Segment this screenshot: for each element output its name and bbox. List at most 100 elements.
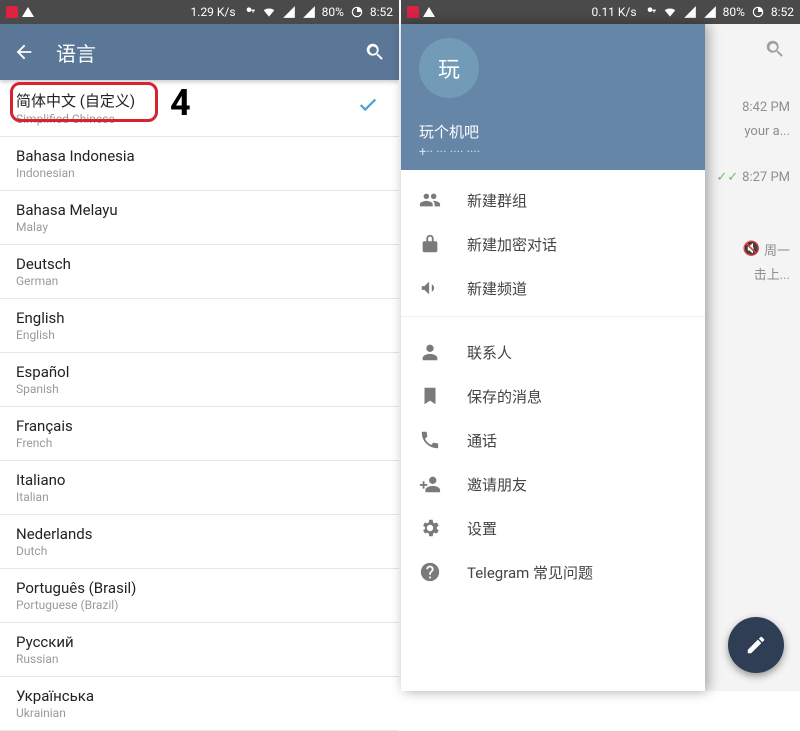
drawer-item-label: 邀请朋友: [467, 474, 527, 495]
language-english: Indonesian: [16, 166, 383, 180]
language-english: Spanish: [16, 382, 383, 396]
annotation-number: 4: [170, 82, 191, 124]
language-option[interactable]: EspañolSpanish: [0, 353, 399, 407]
phone-icon: [419, 429, 441, 451]
chat-snippet: 击上...: [754, 264, 790, 283]
language-native: English: [16, 309, 383, 327]
group-icon: [419, 189, 441, 211]
signal-icon: [703, 5, 717, 19]
settings-icon: [419, 517, 441, 539]
drawer-item-label: Telegram 常见问题: [467, 562, 593, 583]
language-native: Français: [16, 417, 383, 435]
language-native: Bahasa Melayu: [16, 201, 383, 219]
drawer-menu: 新建群组新建加密对话新建频道联系人保存的消息通话邀请朋友设置 Telegram 常…: [401, 170, 705, 602]
language-option[interactable]: EnglishEnglish: [0, 299, 399, 353]
language-option[interactable]: ItalianoItalian: [0, 461, 399, 515]
language-option[interactable]: FrançaisFrench: [0, 407, 399, 461]
language-english: Malay: [16, 220, 383, 234]
megaphone-icon: [419, 277, 441, 299]
warning-icon: [423, 7, 435, 17]
language-english: French: [16, 436, 383, 450]
avatar-letter: 玩: [438, 52, 460, 84]
language-option[interactable]: DeutschGerman: [0, 245, 399, 299]
drawer-item-lock[interactable]: 新建加密对话: [401, 222, 705, 266]
drawer-item-bookmark[interactable]: 保存的消息: [401, 374, 705, 418]
drawer-item-label: 设置: [467, 518, 497, 539]
bookmark-icon: [419, 385, 441, 407]
language-english: English: [16, 328, 383, 342]
drawer-item-invite[interactable]: 邀请朋友: [401, 462, 705, 506]
read-ticks-icon: ✓✓: [716, 170, 738, 185]
chat-row-peek[interactable]: ✓✓ 8:27 PM: [705, 150, 800, 204]
page-title: 语言: [56, 38, 343, 67]
language-english: Simplified Chinese: [16, 112, 383, 126]
drawer-item-phone[interactable]: 通话: [401, 418, 705, 462]
search-button[interactable]: [764, 38, 786, 64]
drawer-item-group[interactable]: 新建群组: [401, 178, 705, 222]
chats-screen-with-drawer: 0.11 K/s 80% 8:52 8:42 PM your a... ✓✓ 8…: [401, 0, 800, 691]
language-native: Українська: [16, 687, 383, 705]
drawer-phone: +·· ··· ···· ····: [419, 145, 480, 160]
signal-icon: [683, 5, 697, 19]
menu-divider: [401, 316, 705, 330]
lock-icon: [419, 233, 441, 255]
signal-icon: [282, 5, 296, 19]
language-option[interactable]: РусскийRussian: [0, 623, 399, 677]
language-english: Portuguese (Brazil): [16, 598, 383, 612]
chat-row-peek: 击上...: [705, 246, 800, 300]
wifi-icon: [262, 5, 276, 19]
language-native: Español: [16, 363, 383, 381]
vpn-key-icon: [643, 5, 657, 19]
language-native: Italiano: [16, 471, 383, 489]
language-list: 简体中文 (自定义)Simplified ChineseBahasa Indon…: [0, 80, 399, 731]
avatar[interactable]: 玩: [419, 38, 479, 98]
language-native: Bahasa Indonesia: [16, 147, 383, 165]
net-speed: 1.29 K/s: [191, 5, 236, 19]
drawer-item-label: 新建群组: [467, 190, 527, 211]
back-button[interactable]: [12, 40, 36, 64]
language-native: 简体中文 (自定义): [16, 90, 383, 111]
language-option[interactable]: Bahasa MelayuMalay: [0, 191, 399, 245]
battery-circle-icon: [350, 5, 364, 19]
language-native: Nederlands: [16, 525, 383, 543]
warning-icon: [22, 7, 34, 17]
compose-fab[interactable]: [728, 617, 784, 673]
invite-icon: [419, 473, 441, 495]
help-icon: [419, 561, 441, 583]
app-bar: 语言: [0, 24, 399, 80]
language-option[interactable]: NederlandsDutch: [0, 515, 399, 569]
net-speed: 0.11 K/s: [592, 5, 637, 19]
battery-pct: 80%: [723, 5, 745, 19]
drawer-item-megaphone[interactable]: 新建频道: [401, 266, 705, 310]
language-option[interactable]: Bahasa IndonesiaIndonesian: [0, 137, 399, 191]
drawer-item-help[interactable]: Telegram 常见问题: [401, 550, 705, 594]
chat-time: 8:27 PM: [742, 170, 790, 185]
drawer-item-settings[interactable]: 设置: [401, 506, 705, 550]
language-english: Dutch: [16, 544, 383, 558]
language-option[interactable]: УкраїнськаUkrainian: [0, 677, 399, 731]
language-english: German: [16, 274, 383, 288]
arrow-left-icon: [13, 41, 35, 63]
language-native: Português (Brasil): [16, 579, 383, 597]
language-option[interactable]: Português (Brasil)Portuguese (Brazil): [0, 569, 399, 623]
drawer-header[interactable]: 玩 玩个机吧 +·· ··· ···· ····: [401, 24, 705, 170]
search-icon: [764, 38, 786, 60]
language-english: Italian: [16, 490, 383, 504]
drawer-item-label: 联系人: [467, 342, 512, 363]
status-bar: 0.11 K/s 80% 8:52: [401, 0, 800, 24]
battery-circle-icon: [751, 5, 765, 19]
drawer-item-label: 新建频道: [467, 278, 527, 299]
search-button[interactable]: [363, 40, 387, 64]
language-native: Deutsch: [16, 255, 383, 273]
language-option[interactable]: 简体中文 (自定义)Simplified Chinese: [0, 80, 399, 137]
signal-icon: [302, 5, 316, 19]
drawer-item-label: 通话: [467, 430, 497, 451]
shopping-icon: [407, 6, 419, 18]
navigation-drawer: 玩 玩个机吧 +·· ··· ···· ···· 新建群组新建加密对话新建频道联…: [401, 24, 705, 691]
wifi-icon: [663, 5, 677, 19]
contact-icon: [419, 341, 441, 363]
battery-pct: 80%: [322, 5, 344, 19]
drawer-item-contact[interactable]: 联系人: [401, 330, 705, 374]
drawer-item-label: 新建加密对话: [467, 234, 557, 255]
language-native: Русский: [16, 633, 383, 651]
